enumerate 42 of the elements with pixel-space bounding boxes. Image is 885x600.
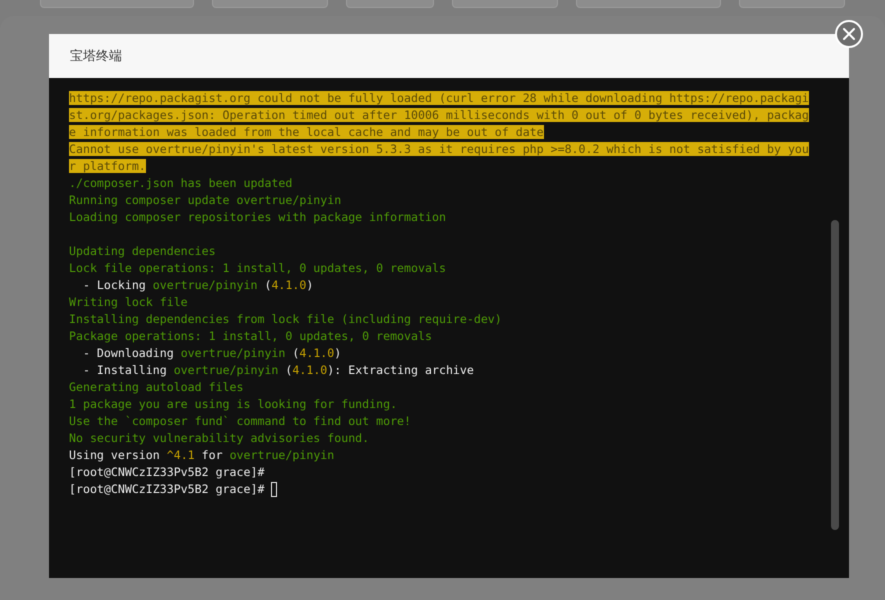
terminal-text: ) — [306, 278, 314, 292]
terminal-text: ): Extracting archive — [327, 363, 474, 377]
terminal-text: [root@CNWCzIZ33Pv5B2 grace]# — [69, 465, 264, 479]
terminal-text: Installing dependencies from lock file (including require-dev) — [69, 312, 502, 326]
terminal-text: Using version — [69, 448, 161, 462]
terminal-text: overtrue/pinyin — [174, 363, 278, 377]
terminal-text: Loading composer repositories with package information — [69, 210, 446, 224]
terminal-text: ( — [284, 363, 292, 377]
terminal-text: ./composer.json has been updated — [69, 176, 292, 190]
terminal-text: overtrue/pinyin — [180, 346, 286, 360]
close-icon — [843, 28, 855, 40]
terminal-text: Use the `composer fund` command to find out more! — [69, 414, 412, 428]
terminal-text: overtrue/pinyin — [230, 448, 334, 462]
terminal-text: ( — [263, 278, 272, 292]
terminal-text: Cannot use overtrue/pinyin's latest version 5.3.3 as it requires php >=8.0.2 which is not satisfied by you — [69, 142, 809, 156]
terminal-text: Writing lock file — [69, 295, 188, 309]
dialog-title: 宝塔终端 — [70, 48, 122, 65]
terminal-text: Lock file operations: 1 install, 0 updates, 0 removals — [69, 261, 446, 275]
terminal-text: ) — [334, 346, 342, 360]
terminal-text: [root@CNWCzIZ33Pv5B2 grace]# — [69, 482, 266, 496]
terminal-text: - Locking — [82, 278, 147, 292]
terminal-text: 4.1.0 — [292, 363, 328, 377]
terminal-text: ^4.1 — [166, 448, 195, 462]
terminal-text: - Downloading — [82, 346, 175, 360]
terminal-text: Package operations: 1 install, 0 updates, 0 removals — [69, 329, 432, 343]
terminal-text: r platform. — [69, 159, 146, 173]
terminal-text: 4.1.0 — [271, 278, 306, 292]
terminal-text: ( — [291, 346, 300, 360]
scrollbar-thumb[interactable] — [831, 220, 839, 530]
terminal-text: 1 package you are using is looking for funding. — [69, 397, 398, 411]
terminal-text: 4.1.0 — [299, 346, 334, 360]
terminal-text: Generating autoload files — [69, 380, 244, 394]
terminal-text: e information was loaded from the local cache and may be out of date — [69, 125, 544, 139]
terminal-text: - Installing — [82, 363, 168, 377]
terminal-text: overtrue/pinyin — [152, 278, 258, 292]
terminal-text: for — [200, 448, 224, 462]
terminal-text: Running composer update overtrue/pinyin — [69, 193, 342, 207]
terminal-text: No security vulnerability advisories found. — [69, 431, 370, 445]
terminal-text: Updating dependencies — [69, 244, 216, 258]
terminal-text: https://repo.packagist.org could not be fully loaded (curl error 28 while downloading https://repo.packagi — [69, 91, 809, 105]
terminal-text: st.org/packages.json: Operation timed out after 10006 milliseconds with 0 out of 0 bytes received), packag — [69, 108, 809, 122]
terminal-cursor — [271, 482, 278, 498]
